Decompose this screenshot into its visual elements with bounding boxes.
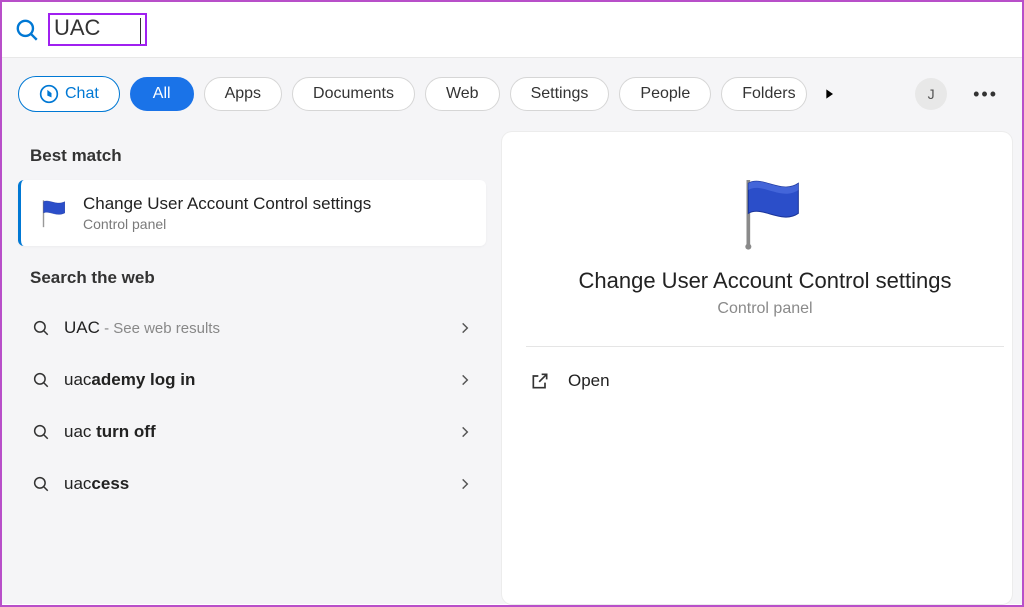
tab-all[interactable]: All	[130, 77, 194, 111]
tab-all-label: All	[153, 85, 171, 103]
tab-chat[interactable]: Chat	[18, 76, 120, 112]
text-cursor	[140, 18, 141, 44]
tabs-scroll-right-icon[interactable]	[821, 86, 837, 102]
web-result-text: uaccess	[64, 474, 444, 494]
web-result-item[interactable]: uacademy log in	[18, 354, 494, 406]
detail-panel: Change User Account Control settings Con…	[502, 132, 1012, 604]
best-match-subtitle: Control panel	[83, 216, 371, 232]
tab-web-label: Web	[446, 85, 479, 103]
search-icon	[32, 319, 50, 337]
avatar[interactable]: J	[915, 78, 947, 110]
window-frame: Chat All Apps Documents Web Settings Peo…	[0, 0, 1024, 607]
chevron-right-icon	[458, 477, 472, 491]
search-input[interactable]	[54, 15, 134, 41]
best-match-item[interactable]: Change User Account Control settings Con…	[18, 180, 486, 246]
search-bar	[2, 2, 1022, 58]
web-result-item[interactable]: uaccess	[18, 458, 494, 510]
web-result-text: UAC - See web results	[64, 318, 444, 338]
web-results-list: UAC - See web results uacademy log in uac …	[18, 302, 494, 510]
results-left-column: Best match Change User Account Control s…	[2, 124, 502, 604]
open-label: Open	[568, 371, 610, 391]
web-result-item[interactable]: uac turn off	[18, 406, 494, 458]
flag-icon	[35, 196, 69, 230]
flag-icon	[725, 170, 805, 250]
search-web-header: Search the web	[18, 254, 494, 302]
open-external-icon	[530, 371, 550, 391]
search-icon	[32, 371, 50, 389]
search-icon	[32, 423, 50, 441]
tab-people-label: People	[640, 85, 690, 103]
tab-settings[interactable]: Settings	[510, 77, 610, 111]
tab-folders-label: Folders	[742, 85, 795, 103]
divider	[526, 346, 1004, 347]
filter-tabs: Chat All Apps Documents Web Settings Peo…	[2, 58, 1022, 124]
tab-folders[interactable]: Folders	[721, 77, 806, 111]
chevron-right-icon	[458, 425, 472, 439]
web-result-item[interactable]: UAC - See web results	[18, 302, 494, 354]
tab-apps-label: Apps	[225, 85, 261, 103]
best-match-text: Change User Account Control settings Con…	[83, 194, 371, 232]
detail-title: Change User Account Control settings	[526, 268, 1004, 294]
tab-web[interactable]: Web	[425, 77, 500, 111]
search-icon	[14, 17, 40, 43]
search-highlight-box	[48, 13, 147, 46]
best-match-header: Best match	[18, 132, 494, 180]
tab-documents[interactable]: Documents	[292, 77, 415, 111]
best-match-title: Change User Account Control settings	[83, 194, 371, 214]
chevron-right-icon	[458, 321, 472, 335]
tab-settings-label: Settings	[531, 85, 589, 103]
chevron-right-icon	[458, 373, 472, 387]
detail-subtitle: Control panel	[526, 300, 1004, 318]
open-action[interactable]: Open	[526, 355, 1004, 407]
web-result-text: uac turn off	[64, 422, 444, 442]
tab-documents-label: Documents	[313, 85, 394, 103]
avatar-initial: J	[928, 86, 935, 102]
results-body: Best match Change User Account Control s…	[2, 124, 1022, 604]
tab-apps[interactable]: Apps	[204, 77, 282, 111]
bing-chat-icon	[39, 84, 59, 104]
more-options-icon[interactable]: •••	[973, 84, 998, 105]
detail-icon-wrap	[526, 170, 1004, 250]
tab-people[interactable]: People	[619, 77, 711, 111]
search-icon	[32, 475, 50, 493]
web-result-text: uacademy log in	[64, 370, 444, 390]
tab-chat-label: Chat	[65, 85, 99, 103]
